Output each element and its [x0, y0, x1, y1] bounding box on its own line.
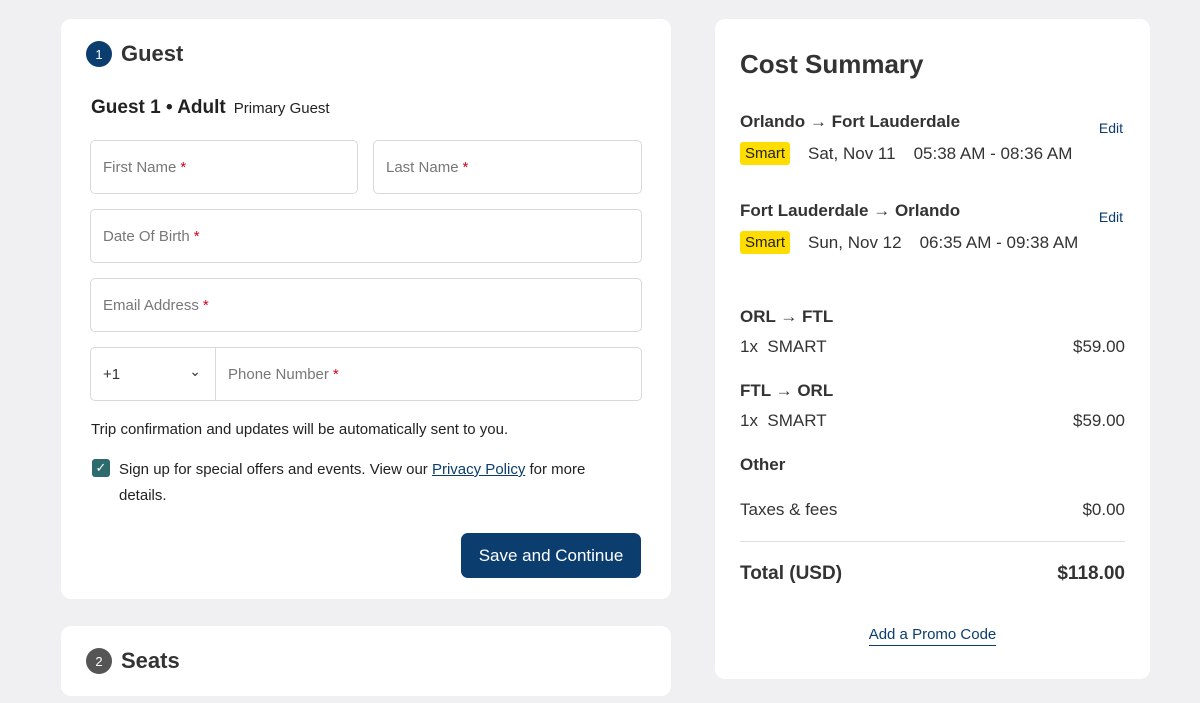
section-title: Seats	[121, 648, 180, 673]
price: $59.00	[1073, 411, 1125, 430]
required-marker: *	[332, 365, 339, 383]
flight-2: Fort Lauderdale → Orlando Smart Sun, Nov …	[740, 201, 1125, 254]
section-title: Guest	[121, 41, 184, 66]
quantity: 1x	[740, 411, 758, 430]
required-marker: *	[193, 227, 200, 245]
phone-input[interactable]: Phone Number *	[215, 347, 642, 401]
taxes-label: Taxes & fees	[740, 500, 838, 519]
privacy-policy-link[interactable]: Privacy Policy	[432, 461, 525, 478]
route: Orlando → Fort Lauderdale	[740, 112, 1125, 132]
offers-checkbox[interactable]: ✓	[92, 459, 110, 477]
email-placeholder: Email Address	[103, 296, 199, 314]
destination: Fort Lauderdale	[831, 112, 961, 131]
total-value: $118.00	[1057, 563, 1125, 584]
required-marker: *	[462, 158, 469, 176]
taxes-value: $0.00	[1082, 500, 1125, 519]
chevron-down-icon: ⌄	[189, 363, 201, 379]
edit-flight-2-link[interactable]: Edit	[1099, 209, 1123, 225]
edit-flight-1-link[interactable]: Edit	[1099, 120, 1123, 136]
offers-label: Sign up for special offers and events. V…	[119, 457, 619, 509]
guest-card: 1 Guest Guest 1 • Adult Primary Guest Fir…	[61, 19, 671, 599]
other-heading: Other	[740, 455, 786, 474]
arrow-right-icon: →	[873, 201, 891, 220]
date-of-birth-input[interactable]: Date Of Birth *	[90, 209, 642, 263]
leg-origin: ORL	[740, 307, 776, 326]
seats-step-header[interactable]: 2 Seats	[86, 648, 180, 674]
arrow-right-icon: →	[780, 307, 798, 326]
arrow-right-icon: →	[775, 381, 793, 400]
fare-name: SMART	[767, 411, 827, 430]
first-name-input[interactable]: First Name *	[90, 140, 358, 194]
origin: Orlando	[740, 112, 806, 131]
country-code-select[interactable]: +1 ⌄	[90, 347, 216, 401]
dob-placeholder: Date Of Birth	[103, 227, 190, 245]
save-and-continue-button[interactable]: Save and Continue	[461, 533, 641, 578]
leg-destination: FTL	[802, 307, 834, 326]
summary-title: Cost Summary	[740, 49, 924, 79]
flight-date: Sat, Nov 11	[808, 143, 896, 163]
taxes-row: Taxes & fees $0.00	[740, 500, 1125, 520]
leg-origin: FTL	[740, 381, 771, 400]
leg-1: ORL → FTL 1x SMART $59.00	[740, 307, 1125, 357]
seats-card[interactable]: 2 Seats	[61, 626, 671, 696]
guest-heading: Guest 1 • Adult	[91, 97, 226, 118]
confirmation-note: Trip confirmation and updates will be au…	[91, 421, 509, 438]
guest-step-header: 1 Guest	[86, 41, 183, 67]
last-name-input[interactable]: Last Name *	[373, 140, 642, 194]
fare-badge: Smart	[740, 142, 791, 165]
phone-placeholder: Phone Number	[228, 365, 329, 383]
flight-date: Sun, Nov 12	[808, 232, 902, 252]
flight-time: 05:38 AM - 08:36 AM	[913, 143, 1073, 163]
last-name-placeholder: Last Name	[386, 158, 459, 176]
country-code-value: +1	[103, 365, 121, 383]
divider	[740, 541, 1125, 542]
price: $59.00	[1073, 337, 1125, 356]
destination: Orlando	[894, 201, 961, 220]
first-name-placeholder: First Name	[103, 158, 177, 176]
step-number-badge: 2	[86, 648, 112, 674]
leg-destination: ORL	[797, 381, 834, 400]
guest-subheading: Primary Guest	[233, 100, 330, 117]
arrow-right-icon: →	[809, 112, 827, 131]
total-label: Total (USD)	[740, 563, 843, 584]
flight-1: Orlando → Fort Lauderdale Smart Sat, Nov …	[740, 112, 1125, 165]
cost-summary-card: Cost Summary Orlando → Fort Lauderdale S…	[715, 19, 1150, 679]
quantity: 1x	[740, 337, 758, 356]
leg-2: FTL → ORL 1x SMART $59.00	[740, 381, 1125, 431]
origin: Fort Lauderdale	[740, 201, 869, 220]
fare-name: SMART	[767, 337, 827, 356]
email-input[interactable]: Email Address *	[90, 278, 642, 332]
flight-time: 06:35 AM - 09:38 AM	[919, 232, 1079, 252]
total-row: Total (USD) $118.00	[740, 563, 1125, 585]
add-promo-code-link[interactable]: Add a Promo Code	[868, 626, 997, 646]
required-marker: *	[180, 158, 187, 176]
step-number-badge: 1	[86, 41, 112, 67]
offers-text: Sign up for special offers and events. V…	[119, 461, 432, 478]
fare-badge: Smart	[740, 231, 791, 254]
required-marker: *	[202, 296, 209, 314]
